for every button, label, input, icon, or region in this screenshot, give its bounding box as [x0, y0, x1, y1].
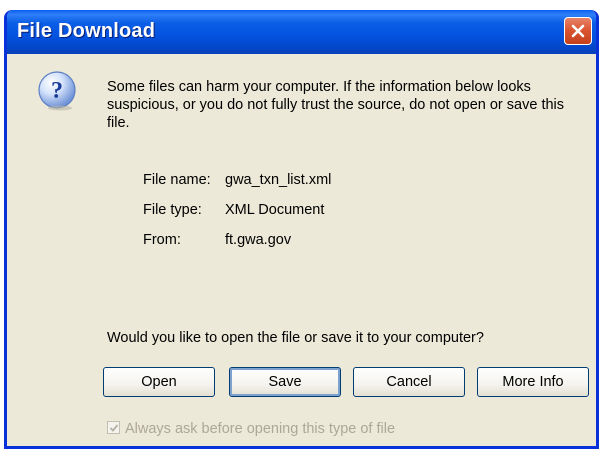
more-info-button[interactable]: More Info: [477, 367, 589, 397]
always-ask-label: Always ask before opening this type of f…: [125, 421, 396, 437]
cancel-button[interactable]: Cancel: [353, 367, 465, 397]
always-ask-checkbox: [107, 421, 120, 434]
title-bar[interactable]: File Download: [7, 10, 596, 54]
file-name-row: File name: gwa_txn_list.xml: [143, 172, 331, 188]
file-type-value: XML Document: [225, 202, 325, 218]
close-icon: [571, 24, 585, 38]
download-prompt: Would you like to open the file or save …: [107, 330, 484, 346]
open-button[interactable]: Open: [103, 367, 215, 397]
file-from-value: ft.gwa.gov: [225, 232, 292, 248]
warning-message: Some files can harm your computer. If th…: [107, 79, 565, 131]
save-button[interactable]: Save: [229, 367, 341, 397]
file-type-row: File type: XML Document: [143, 202, 324, 218]
file-name-label: File name:: [143, 172, 211, 188]
always-ask-checkbox-row: Always ask before opening this type of f…: [107, 421, 395, 437]
window-title: File Download: [17, 20, 156, 42]
file-from-row: From: ft.gwa.gov: [143, 232, 291, 248]
close-button[interactable]: [564, 17, 592, 45]
checkmark-icon: [109, 424, 119, 432]
file-download-dialog: File Download ? Some files can harm your…: [4, 10, 599, 449]
file-type-label: File type:: [143, 202, 202, 218]
svg-text:?: ?: [51, 78, 63, 104]
question-icon: ?: [38, 71, 76, 111]
file-from-label: From:: [143, 232, 181, 248]
file-name-value: gwa_txn_list.xml: [225, 172, 332, 188]
